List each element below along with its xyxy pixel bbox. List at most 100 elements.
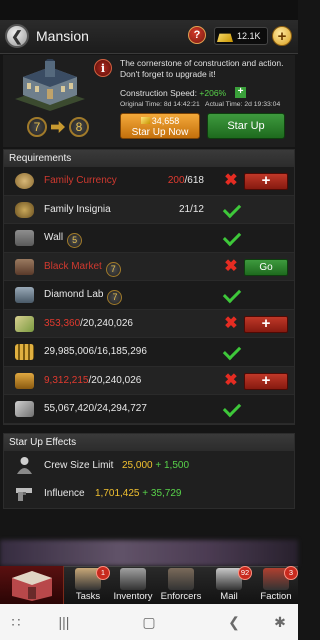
speed-value: +206%	[199, 88, 227, 98]
arrow-right-icon	[51, 121, 65, 133]
nav-label: Faction	[260, 591, 292, 602]
notification-badge: 92	[238, 566, 252, 580]
requirement-row: Family Insignia 21/12	[4, 195, 294, 224]
requirement-label: Family Insignia	[44, 203, 111, 215]
resource-need: /20,240,026	[88, 374, 142, 386]
checkmark-icon	[222, 231, 240, 245]
construction-speed: Construction Speed: +206%	[120, 88, 226, 98]
plus-icon: +	[237, 86, 244, 97]
current-level-badge: 7	[27, 117, 47, 137]
gold-value: 12.1K	[237, 31, 261, 41]
effect-current: 25,000	[122, 460, 153, 471]
accessibility-icon[interactable]: ✱	[272, 614, 288, 630]
requirement-name: Wall 5	[44, 232, 83, 248]
resource-have: 55,067,420	[44, 403, 95, 414]
nav-enforcers[interactable]: Enforcers	[156, 566, 206, 604]
question-icon: ?	[193, 29, 201, 41]
resource-have: 29,985,006	[44, 346, 95, 357]
mansion-icon	[15, 59, 85, 111]
insignia-icon	[15, 201, 34, 218]
mansion-nav-icon	[12, 571, 52, 601]
requirement-name: Family Currency	[44, 175, 117, 186]
requirements-panel: Requirements Family Currency 200/618 ✖ + Fam…	[3, 149, 295, 425]
effects-title: Star Up Effects	[4, 434, 294, 451]
requirement-label: Diamond Lab	[44, 289, 104, 300]
cash-icon	[15, 315, 34, 332]
inventory-icon	[120, 568, 146, 590]
level-star-icon: 5	[67, 233, 83, 248]
requirement-name: 29,985,006/16,185,296	[44, 346, 147, 357]
back-button[interactable]: ❮	[5, 24, 29, 48]
nav-inventory[interactable]: Inventory	[110, 566, 156, 604]
checkmark-icon	[222, 402, 240, 416]
info-icon[interactable]: i	[94, 59, 112, 77]
checkmark-icon	[222, 345, 240, 359]
star-up-now-label: Star Up Now	[131, 127, 189, 138]
requirement-count: 21/12	[179, 204, 204, 215]
metal-icon	[15, 401, 34, 417]
star-up-now-button[interactable]: 34,658 Star Up Now	[120, 113, 200, 139]
requirement-row: 353,360/20,240,026 ✖ +	[4, 309, 294, 338]
add-resource-button[interactable]: +	[244, 372, 288, 390]
coin-icon	[15, 173, 34, 189]
building-panel: 7 8 i The cornerstone of construction an…	[3, 55, 295, 147]
checkmark-icon	[222, 288, 240, 302]
speed-label: Construction Speed:	[120, 88, 198, 98]
actual-time: Actual Time: 2d 19:33:04	[205, 101, 281, 108]
back-icon[interactable]: ❮	[226, 614, 242, 630]
wall-icon	[15, 230, 34, 246]
requirement-row: Diamond Lab 7	[4, 281, 294, 310]
crew-icon	[17, 457, 32, 474]
add-resource-button[interactable]: +	[244, 173, 288, 190]
notification-banner[interactable]	[0, 540, 298, 566]
resource-have: 353,360	[44, 317, 81, 329]
level-star-icon: 7	[105, 261, 121, 277]
requirement-name: 55,067,420/24,294,727	[44, 403, 147, 414]
requirement-row: 9,312,215/20,240,026 ✖ +	[4, 366, 294, 395]
cross-icon: ✖	[224, 172, 238, 189]
count-have: 21	[178, 203, 191, 215]
gold-bar-icon	[217, 33, 233, 42]
home-icon[interactable]: ▢	[141, 614, 157, 630]
black-market-icon	[15, 258, 34, 275]
speed-boost-button[interactable]: +	[235, 87, 246, 98]
go-button[interactable]: Go	[244, 258, 288, 276]
effect-name: Influence	[44, 488, 85, 499]
next-level-badge: 8	[69, 117, 89, 137]
plus-icon: +	[277, 27, 287, 45]
requirement-name: Family Insignia	[44, 204, 111, 215]
dots-icon[interactable]: ∷	[8, 614, 24, 630]
requirement-row: 29,985,006/16,185,296	[4, 338, 294, 367]
count-need: /618	[184, 175, 204, 186]
requirement-row: 55,067,420/24,294,727	[4, 395, 294, 424]
requirement-label: Wall	[44, 232, 64, 243]
recent-apps-icon[interactable]: |||	[56, 614, 72, 630]
time-info: Original Time: 8d 14:42:21 Actual Time: …	[120, 101, 280, 108]
diamond-lab-icon	[15, 287, 34, 303]
nav-label: Enforcers	[160, 591, 202, 602]
nav-tasks[interactable]: Tasks 1	[66, 566, 110, 604]
effect-name: Crew Size Limit	[44, 460, 114, 471]
status-bar	[0, 0, 298, 20]
star-up-button[interactable]: Star Up	[207, 113, 285, 139]
help-button[interactable]: ?	[188, 26, 206, 44]
next-level-value: 8	[75, 120, 83, 134]
ammo-icon	[15, 344, 34, 360]
nav-mail[interactable]: Mail 92	[206, 566, 252, 604]
requirement-row: Black Market 7 ✖ Go	[4, 252, 294, 281]
level-star-icon: 7	[107, 290, 123, 305]
requirement-label: Black Market	[44, 260, 102, 272]
nav-label: Tasks	[75, 591, 101, 602]
nav-home[interactable]	[0, 566, 64, 604]
add-gold-button[interactable]: +	[272, 26, 292, 46]
effect-row: Influence 1,701,425 + 35,729	[4, 479, 294, 507]
add-resource-button[interactable]: +	[244, 315, 288, 333]
nav-faction[interactable]: Faction 3	[254, 566, 298, 604]
effect-current: 1,701,425	[95, 488, 140, 499]
notification-badge: 3	[284, 566, 298, 580]
nav-label: Inventory	[113, 591, 153, 602]
enforcers-icon	[168, 568, 194, 590]
resource-need: /24,294,727	[94, 403, 147, 414]
requirement-name: 353,360/20,240,026	[44, 318, 133, 329]
requirement-row: Family Currency 200/618 ✖ +	[4, 167, 294, 196]
